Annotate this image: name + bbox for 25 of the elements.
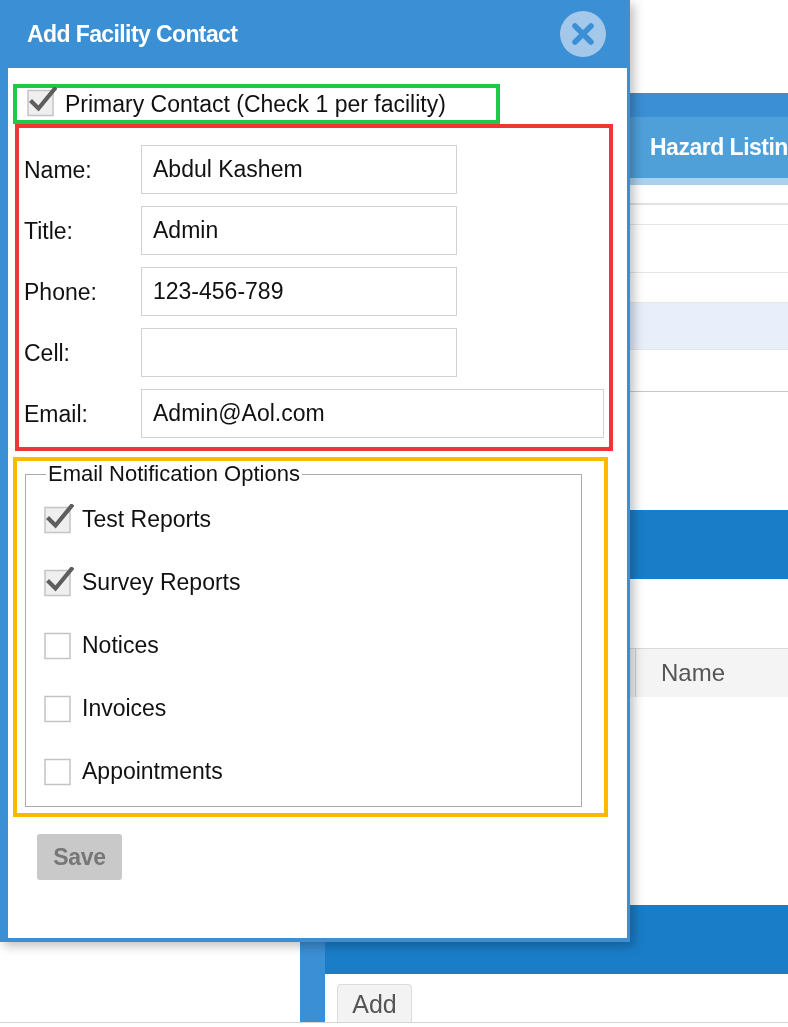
checkbox-label: Notices: [82, 630, 159, 660]
column-header[interactable]: Name: [636, 649, 726, 697]
checkbox-label: Primary Contact (Check 1 per facility): [65, 90, 446, 118]
checkbox-label: Appointments: [82, 756, 223, 786]
group-legend: Email Notification Options: [46, 461, 302, 487]
close-icon[interactable]: [560, 11, 606, 57]
field-label: Phone:: [24, 277, 98, 307]
field-label: Email:: [24, 399, 89, 429]
checkbox[interactable]: [27, 87, 57, 117]
field-label: Name:: [24, 155, 93, 185]
panel-title: Hazard Listin: [650, 133, 788, 163]
checkbox-label: Invoices: [82, 693, 167, 723]
checkbox-label: Survey Reports: [82, 567, 241, 597]
checkbox-label: Test Reports: [82, 504, 212, 534]
field-label: Cell:: [24, 338, 71, 368]
field-label: Title:: [24, 216, 74, 246]
add-button[interactable]: Add: [337, 984, 412, 1022]
input-field[interactable]: Admin: [141, 206, 457, 255]
dialog-title: Add Facility Contact: [27, 19, 238, 49]
input-field[interactable]: Admin@Aol.com: [141, 389, 604, 438]
input-field[interactable]: [141, 328, 457, 377]
checkbox[interactable]: [44, 503, 74, 534]
checkbox[interactable]: [44, 566, 74, 597]
input-field[interactable]: Abdul Kashem: [141, 145, 457, 194]
input-field[interactable]: 123-456-789: [141, 267, 457, 316]
